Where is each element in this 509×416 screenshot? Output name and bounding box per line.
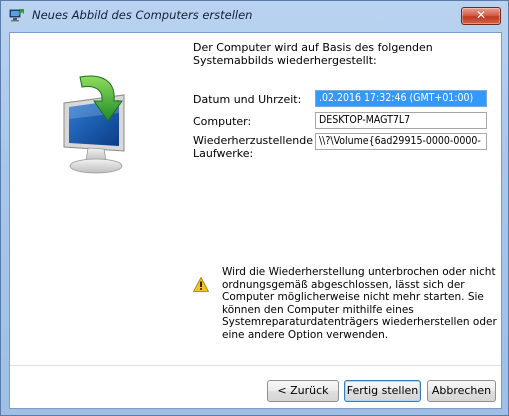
label-date-time: Datum und Uhrzeit:	[193, 93, 302, 106]
warning-icon	[193, 277, 209, 292]
dialog-window: Neues Abbild des Computers erstellen ✕ D…	[0, 0, 509, 416]
date-time-field[interactable]: .02.2016 17:32:46 (GMT+01:00)	[315, 90, 487, 107]
computer-field[interactable]: DESKTOP-MAGT7L7	[315, 112, 487, 129]
intro-text: Der Computer wird auf Basis des folgende…	[193, 41, 433, 67]
close-icon: ✕	[475, 8, 487, 22]
computer-restore-arrow-icon	[63, 75, 125, 174]
restore-computer-icon	[9, 9, 24, 22]
close-button[interactable]: ✕	[461, 7, 501, 25]
cancel-button[interactable]: Abbrechen	[427, 380, 496, 402]
warning-text: Wird die Wiederherstellung unterbrochen …	[222, 266, 497, 341]
window-title: Neues Abbild des Computers erstellen	[32, 8, 253, 22]
label-drives: Wiederherzustellende Laufwerke:	[193, 134, 313, 160]
label-computer: Computer:	[193, 115, 252, 128]
drives-field[interactable]: \\?\Volume{6ad29915-0000-0000-	[315, 133, 487, 150]
title-bar[interactable]: Neues Abbild des Computers erstellen ✕	[1, 1, 508, 29]
back-button[interactable]: < Zurück	[267, 380, 339, 402]
finish-button[interactable]: Fertig stellen	[344, 380, 421, 402]
wizard-content: Der Computer wird auf Basis des folgende…	[9, 32, 502, 409]
button-separator	[10, 365, 501, 366]
